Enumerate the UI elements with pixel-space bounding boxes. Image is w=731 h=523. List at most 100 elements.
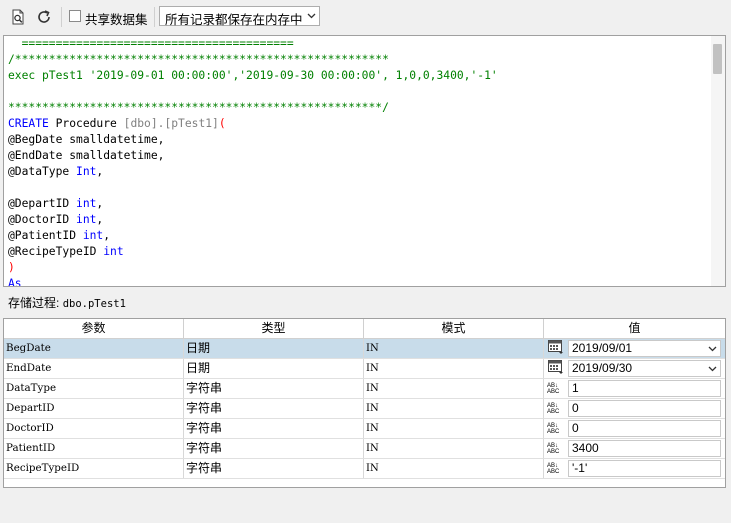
value-type-icon-cell: AB↓ ABC bbox=[544, 459, 566, 478]
param-name-cell[interactable]: DataType bbox=[4, 379, 184, 398]
param-mode-cell[interactable]: IN bbox=[364, 399, 544, 418]
param-mode-cell[interactable]: IN bbox=[364, 359, 544, 378]
table-row[interactable]: PatientID 字符串 IN AB↓ ABC 3400 bbox=[4, 439, 725, 459]
param-type-cell[interactable]: 日期 bbox=[184, 359, 364, 378]
toolbar-separator bbox=[154, 7, 155, 27]
abc-icon[interactable]: AB↓ ABC bbox=[547, 403, 563, 415]
param-value-cell: 2019/09/30 bbox=[566, 359, 725, 378]
chevron-down-icon bbox=[303, 7, 319, 25]
calendar-icon[interactable] bbox=[547, 359, 563, 378]
value-input[interactable]: '-1' bbox=[568, 460, 721, 477]
preview-icon bbox=[12, 9, 24, 25]
code-line: @DepartID int, bbox=[8, 196, 498, 212]
value-input[interactable]: 0 bbox=[568, 400, 721, 417]
param-value-cell: 1 bbox=[566, 379, 725, 398]
table-row[interactable]: DataType 字符串 IN AB↓ ABC 1 bbox=[4, 379, 725, 399]
footer-area bbox=[0, 488, 731, 523]
param-type-cell[interactable]: 字符串 bbox=[184, 439, 364, 458]
param-type-cell[interactable]: 字符串 bbox=[184, 399, 364, 418]
value-type-icon-cell: AB↓ ABC bbox=[544, 379, 566, 398]
param-value-text: 0 bbox=[572, 401, 579, 415]
param-mode-cell[interactable]: IN bbox=[364, 459, 544, 478]
param-name-cell[interactable]: BegDate bbox=[4, 339, 184, 358]
share-dataset-label: 共享数据集 bbox=[85, 13, 148, 27]
code-token: @PatientID bbox=[8, 229, 83, 242]
chevron-down-icon[interactable] bbox=[704, 341, 720, 356]
param-mode-cell[interactable]: IN bbox=[364, 419, 544, 438]
procedure-info: 存储过程: dbo.pTest1 bbox=[8, 294, 126, 311]
param-name-cell[interactable]: DoctorID bbox=[4, 419, 184, 438]
editor-vertical-scrollbar[interactable] bbox=[711, 36, 725, 286]
value-type-icon-cell: AB↓ ABC bbox=[544, 419, 566, 438]
param-value-text: 3400 bbox=[572, 441, 599, 455]
param-mode-cell[interactable]: IN bbox=[364, 339, 544, 358]
procedure-label: 存储过程: bbox=[8, 296, 60, 310]
code-line: @DataType Int, bbox=[8, 164, 498, 180]
param-name-cell[interactable]: RecipeTypeID bbox=[4, 459, 184, 478]
storage-mode-select[interactable]: 所有记录都保存在内存中 bbox=[159, 6, 320, 27]
table-row[interactable]: EndDate 日期 IN 2019/09/30 bbox=[4, 359, 725, 379]
param-value-text: 1 bbox=[572, 381, 579, 395]
param-name-cell[interactable]: DepartID bbox=[4, 399, 184, 418]
code-token: int bbox=[103, 245, 124, 258]
param-mode-cell[interactable]: IN bbox=[364, 379, 544, 398]
header-param[interactable]: 参数 bbox=[4, 319, 184, 338]
header-mode[interactable]: 模式 bbox=[364, 319, 544, 338]
table-row[interactable]: DoctorID 字符串 IN AB↓ ABC 0 bbox=[4, 419, 725, 439]
code-token: @BegDate smalldatetime, bbox=[8, 133, 165, 146]
abc-icon[interactable]: AB↓ ABC bbox=[547, 463, 563, 475]
value-input[interactable]: 0 bbox=[568, 420, 721, 437]
abc-icon[interactable]: AB↓ ABC bbox=[547, 423, 563, 435]
param-value-text: 2019/09/30 bbox=[572, 361, 633, 375]
code-line: ======================================== bbox=[8, 36, 498, 52]
param-type-cell[interactable]: 日期 bbox=[184, 339, 364, 358]
code-token: ) bbox=[8, 261, 15, 274]
code-token: @DoctorID bbox=[8, 213, 77, 226]
refresh-button[interactable] bbox=[34, 7, 54, 27]
abc-icon-bottom-text: ABC bbox=[547, 468, 560, 475]
scrollbar-thumb[interactable] bbox=[713, 44, 722, 74]
value-input[interactable]: 1 bbox=[568, 380, 721, 397]
code-token: @DataType bbox=[8, 165, 77, 178]
param-value-text: 2019/09/01 bbox=[572, 341, 633, 355]
abc-icon[interactable]: AB↓ ABC bbox=[547, 443, 563, 455]
sql-editor[interactable]: ========================================… bbox=[3, 35, 726, 287]
storage-mode-value: 所有记录都保存在内存中 bbox=[165, 13, 303, 27]
date-value-picker[interactable]: 2019/09/30 bbox=[568, 360, 721, 377]
param-mode-cell[interactable]: IN bbox=[364, 439, 544, 458]
header-type[interactable]: 类型 bbox=[184, 319, 364, 338]
code-line: CREATE Procedure [dbo].[pTest1]( bbox=[8, 116, 498, 132]
code-token: @DepartID bbox=[8, 197, 77, 210]
date-value-picker[interactable]: 2019/09/01 bbox=[568, 340, 721, 357]
value-type-icon-cell: AB↓ ABC bbox=[544, 399, 566, 418]
code-token: int bbox=[76, 197, 97, 210]
header-value[interactable]: 值 bbox=[544, 319, 725, 338]
abc-icon-bottom-text: ABC bbox=[547, 408, 560, 415]
preview-button[interactable] bbox=[8, 7, 28, 27]
code-token: CREATE bbox=[8, 117, 49, 130]
chevron-down-icon[interactable] bbox=[704, 361, 720, 376]
sql-code: ========================================… bbox=[8, 36, 498, 286]
code-line: @DoctorID int, bbox=[8, 212, 498, 228]
table-row[interactable]: RecipeTypeID 字符串 IN AB↓ ABC '-1' bbox=[4, 459, 725, 479]
param-name-cell[interactable]: EndDate bbox=[4, 359, 184, 378]
param-type-cell[interactable]: 字符串 bbox=[184, 419, 364, 438]
param-type-cell[interactable]: 字符串 bbox=[184, 459, 364, 478]
value-input[interactable]: 3400 bbox=[568, 440, 721, 457]
calendar-icon[interactable] bbox=[547, 339, 563, 358]
abc-icon[interactable]: AB↓ ABC bbox=[547, 383, 563, 395]
code-token: , bbox=[103, 229, 111, 242]
share-dataset-checkbox[interactable] bbox=[69, 10, 81, 22]
procedure-name: dbo.pTest1 bbox=[62, 298, 126, 310]
code-token: int bbox=[76, 213, 97, 226]
param-type-cell[interactable]: 字符串 bbox=[184, 379, 364, 398]
param-name-cell[interactable]: PatientID bbox=[4, 439, 184, 458]
table-row[interactable]: DepartID 字符串 IN AB↓ ABC 0 bbox=[4, 399, 725, 419]
code-token: , bbox=[96, 213, 104, 226]
code-line: @BegDate smalldatetime, bbox=[8, 132, 498, 148]
value-type-icon-cell bbox=[544, 339, 566, 358]
param-value-text: '-1' bbox=[572, 461, 588, 475]
table-row[interactable]: BegDate 日期 IN 2019/09/01 bbox=[4, 339, 725, 359]
parameter-grid: 参数 类型 模式 值 BegDate 日期 IN 2019/09/01 EndDate 日… bbox=[3, 318, 726, 488]
